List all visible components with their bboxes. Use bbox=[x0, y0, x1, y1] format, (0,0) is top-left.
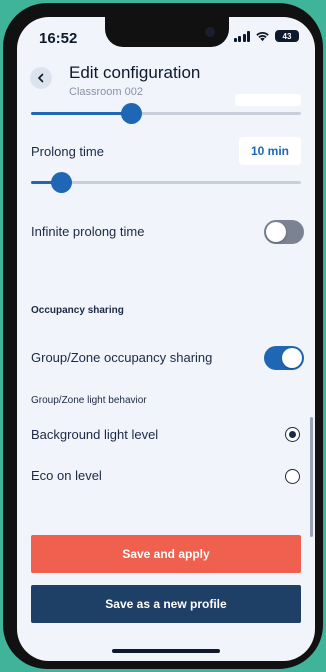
notch bbox=[105, 17, 229, 47]
option-eco-on-label[interactable]: Eco on level bbox=[31, 468, 102, 483]
occupancy-sharing-toggle[interactable] bbox=[264, 346, 304, 370]
battery-icon: 43 bbox=[275, 30, 299, 42]
page-subtitle: Classroom 002 bbox=[69, 86, 143, 98]
light-behavior-title: Group/Zone light behavior bbox=[31, 395, 147, 406]
save-as-new-profile-button[interactable]: Save as a new profile bbox=[31, 585, 301, 623]
occupancy-sharing-label: Group/Zone occupancy sharing bbox=[31, 350, 213, 365]
prolong-time-slider[interactable] bbox=[31, 171, 301, 193]
save-and-apply-button[interactable]: Save and apply bbox=[31, 535, 301, 573]
slider-thumb[interactable] bbox=[120, 103, 142, 124]
option-eco-on-radio[interactable] bbox=[285, 469, 300, 484]
slider-fill bbox=[31, 112, 131, 115]
option-background-light-label[interactable]: Background light level bbox=[31, 427, 158, 442]
toggle-knob bbox=[266, 222, 286, 242]
slider-thumb[interactable] bbox=[50, 172, 72, 193]
home-indicator bbox=[112, 649, 220, 653]
infinite-prolong-label: Infinite prolong time bbox=[31, 224, 145, 239]
page-title: Edit configuration bbox=[69, 63, 201, 82]
prolong-time-value[interactable]: 10 min bbox=[239, 137, 301, 165]
light-level-slider[interactable] bbox=[31, 102, 301, 124]
header: Edit configuration Classroom 002 bbox=[17, 57, 315, 107]
infinite-prolong-toggle[interactable] bbox=[264, 220, 304, 244]
toggle-knob bbox=[282, 348, 302, 368]
status-icons: 43 bbox=[233, 30, 299, 42]
app-screen: 16:52 43 Edit configuration Classroom 00… bbox=[17, 17, 315, 661]
signal-icon bbox=[233, 30, 250, 42]
status-time: 16:52 bbox=[39, 30, 78, 47]
prolong-time-label: Prolong time bbox=[31, 144, 104, 159]
chevron-left-icon bbox=[38, 73, 44, 83]
camera-icon bbox=[205, 27, 215, 37]
option-background-light-radio[interactable] bbox=[285, 427, 300, 442]
occupancy-section-title: Occupancy sharing bbox=[31, 305, 124, 316]
back-button[interactable] bbox=[30, 67, 52, 89]
scrollbar[interactable] bbox=[310, 417, 313, 537]
wifi-icon bbox=[256, 32, 269, 42]
phone-frame: 16:52 43 Edit configuration Classroom 00… bbox=[3, 3, 323, 669]
